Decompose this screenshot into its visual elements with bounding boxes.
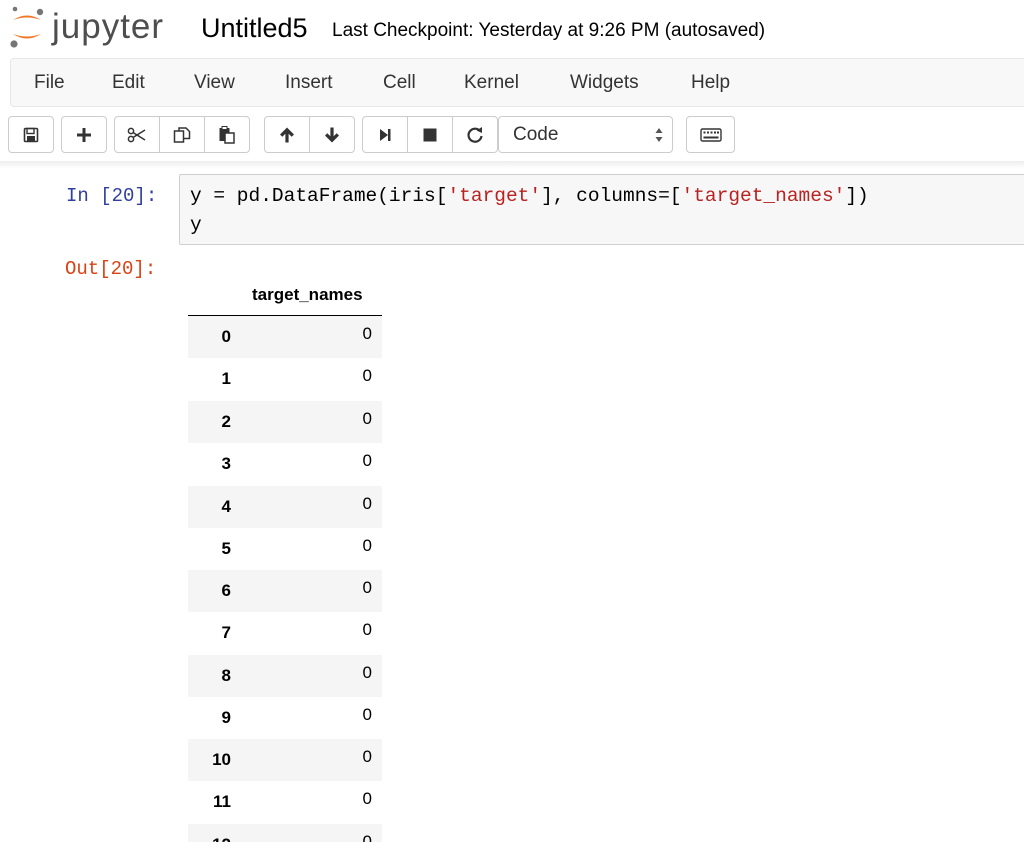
dataframe-row: 10 0 [188, 739, 382, 781]
dataframe-row: 2 0 [188, 401, 382, 443]
save-button[interactable] [8, 116, 54, 153]
restart-icon [467, 126, 483, 143]
dataframe-row: 9 0 [188, 697, 382, 739]
step-forward-icon [380, 128, 391, 141]
output-prompt: Out[20]: [65, 258, 157, 280]
row-value: 0 [362, 620, 372, 639]
row-value: 0 [362, 494, 372, 513]
menubar: File Edit View Insert Cell Kernel Widget… [10, 58, 1024, 107]
save-icon [23, 127, 39, 142]
checkpoint-status: Last Checkpoint: Yesterday at 9:26 PM (a… [332, 20, 766, 41]
row-value: 0 [362, 663, 372, 682]
menu-file[interactable]: File [34, 71, 65, 95]
dataframe-row: 4 0 [188, 486, 382, 528]
row-value: 0 [362, 324, 372, 343]
row-value: 0 [362, 789, 372, 808]
paste-button[interactable] [204, 116, 250, 153]
copy-button[interactable] [159, 116, 205, 153]
row-index: 8 [221, 666, 231, 685]
restart-button[interactable] [452, 116, 498, 153]
code-line: y = pd.DataFrame(iris['target'], columns… [190, 183, 869, 209]
code-text: ]) [845, 185, 869, 207]
insert-group [61, 116, 107, 153]
dataframe-row: 7 0 [188, 612, 382, 654]
row-index: 7 [221, 623, 231, 642]
code-text: ], columns=[ [541, 185, 682, 207]
row-index: 1 [221, 369, 231, 388]
select-caret-icon [655, 128, 663, 142]
move-up-button[interactable] [264, 116, 310, 153]
menu-widgets[interactable]: Widgets [570, 71, 639, 95]
dataframe-column-header: target_names [252, 285, 363, 304]
cell-type-select[interactable]: Code [498, 116, 673, 153]
dataframe-row: 1 0 [188, 358, 382, 400]
dataframe-row: 11 0 [188, 781, 382, 823]
save-group [8, 116, 54, 153]
row-index: 11 [213, 792, 231, 811]
row-index: 5 [221, 539, 231, 558]
interrupt-button[interactable] [407, 116, 453, 153]
dataframe-row: 12 0 [188, 824, 382, 842]
notebook-header: jupyter Untitled5 Last Checkpoint: Yeste… [0, 0, 1024, 58]
scissors-icon [127, 127, 146, 142]
row-index: 6 [221, 581, 231, 600]
code-line: y [190, 214, 202, 236]
row-value: 0 [362, 451, 372, 470]
row-index: 4 [221, 497, 231, 516]
row-index: 2 [221, 412, 231, 431]
row-value: 0 [362, 832, 372, 842]
dataframe-row: 3 0 [188, 443, 382, 485]
arrow-up-icon [280, 127, 294, 142]
row-value: 0 [362, 578, 372, 597]
jupyter-logo-text: jupyter [52, 7, 165, 46]
menu-view[interactable]: View [194, 71, 235, 95]
menu-help[interactable]: Help [691, 71, 730, 95]
input-prompt: In [20]: [66, 185, 158, 207]
keyboard-icon [699, 127, 722, 142]
row-value: 0 [362, 366, 372, 385]
row-index: 9 [221, 708, 231, 727]
row-index: 10 [212, 750, 231, 769]
stop-icon [423, 128, 437, 141]
keyboard-group [686, 116, 735, 153]
move-group [264, 116, 355, 153]
notebook-title[interactable]: Untitled5 [201, 11, 308, 45]
arrow-down-icon [325, 127, 339, 142]
command-palette-button[interactable] [686, 116, 735, 153]
code-string: 'target' [447, 185, 542, 207]
cut-button[interactable] [114, 116, 160, 153]
paste-icon [219, 125, 235, 144]
plus-icon [77, 127, 91, 142]
row-index: 3 [221, 454, 231, 473]
menu-cell[interactable]: Cell [383, 71, 416, 95]
dataframe-row: 5 0 [188, 528, 382, 570]
row-value: 0 [362, 536, 372, 555]
run-group [362, 116, 498, 153]
row-index: 0 [221, 327, 231, 346]
menu-kernel[interactable]: Kernel [464, 71, 519, 95]
menu-edit[interactable]: Edit [112, 71, 145, 95]
code-text: y = pd.DataFrame(iris[ [190, 185, 448, 207]
jupyter-logo-icon [10, 6, 44, 48]
dataframe-row: 8 0 [188, 655, 382, 697]
cell-type-value: Code [513, 124, 559, 145]
run-button[interactable] [362, 116, 408, 153]
dataframe-row: 6 0 [188, 570, 382, 612]
row-value: 0 [362, 409, 372, 428]
code-string: 'target_names' [681, 185, 846, 207]
row-index: 12 [188, 833, 231, 842]
notebook-shadow [0, 161, 1024, 169]
edit-group [114, 116, 250, 153]
code-cell-input[interactable]: y = pd.DataFrame(iris['target'], columns… [179, 174, 1024, 245]
row-value: 0 [362, 705, 372, 724]
insert-cell-button[interactable] [61, 116, 107, 153]
jupyter-logo[interactable]: jupyter [8, 4, 176, 50]
dataframe-row: 0 0 [188, 316, 382, 358]
menu-insert[interactable]: Insert [285, 71, 333, 95]
copy-icon [173, 126, 191, 143]
move-down-button[interactable] [309, 116, 355, 153]
row-value: 0 [362, 747, 372, 766]
